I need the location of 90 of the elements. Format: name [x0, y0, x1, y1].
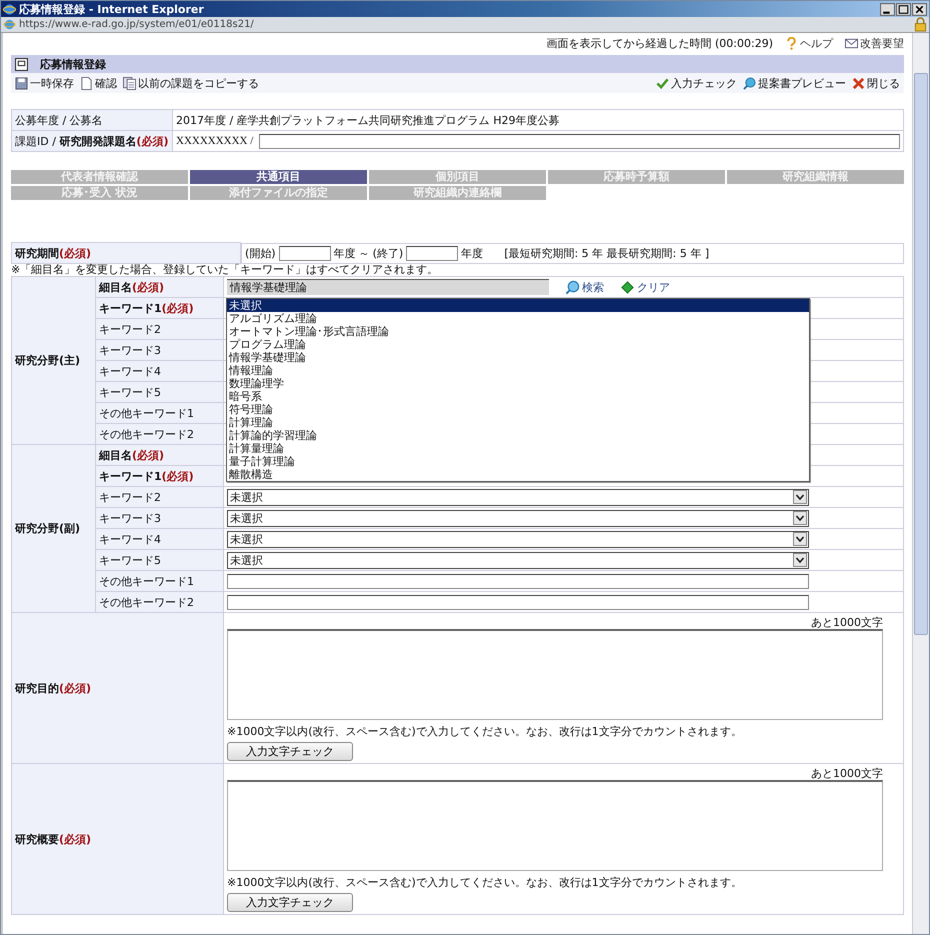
hint-text: ※1000文字以内(改行、スペース含む)で入力してください。なお、改行は1文字分でカウントされます。 [227, 724, 743, 739]
text-area[interactable] [227, 629, 883, 720]
field-label: 研究期間(必須) [12, 242, 240, 264]
field-label: キーワード2 [96, 486, 224, 508]
page-title: 応募情報登録 [40, 56, 106, 72]
field-label: 細目名(必須) [96, 276, 224, 298]
text-field[interactable] [227, 574, 809, 588]
field-label: 公募年度 / 公募名 [12, 110, 172, 130]
year-field[interactable] [406, 246, 458, 260]
search-icon [565, 280, 580, 294]
field-label: キーワード5 [96, 382, 224, 402]
field-label: 課題ID / 研究開発課題名(必須) [12, 130, 172, 152]
field-label: その他キーワード2 [96, 424, 224, 444]
check-button[interactable]: 入力文字チェック [227, 893, 353, 912]
text-area[interactable] [227, 780, 883, 871]
envelope-icon [845, 36, 858, 50]
magnifier-icon [743, 76, 756, 90]
url-text: https://www.e-rad.go.jp/system/e01/e0118s21/ [19, 19, 254, 30]
note-text: ※「細目名」を変更した場合、登録していた「キーワード」はすべてクリアされます。 [11, 264, 440, 276]
title-input-field[interactable] [259, 134, 900, 148]
unit-label: 年度 [461, 246, 484, 260]
year-field[interactable] [278, 246, 331, 260]
action-link[interactable]: クリア [620, 280, 670, 294]
field-label: その他キーワード1 [96, 402, 224, 424]
toolbar-button[interactable]: 入力チェック [656, 76, 737, 90]
field-label: キーワード3 [96, 508, 224, 528]
field-label: キーワード5 [96, 550, 224, 570]
group-label: 研究分野(主) [12, 276, 96, 444]
action-link[interactable]: 検索 [565, 280, 604, 294]
field-label: キーワード4 [96, 360, 224, 382]
range-separator: ～ [358, 246, 370, 260]
field-label: 研究概要(必須) [12, 764, 224, 914]
field-label: 研究目的(必須) [12, 612, 224, 764]
field-label: キーワード3 [96, 340, 224, 360]
dropdown-option[interactable]: アルゴリズム理論 [227, 312, 809, 325]
dropdown-option[interactable]: 計算量理論 [227, 442, 809, 455]
minimize-icon[interactable] [880, 2, 895, 16]
field-value: XXXXXXXXX / [176, 135, 254, 147]
toolbar-button[interactable]: 提案書プレビュー [743, 76, 846, 90]
toolbar-button[interactable]: 以前の課題をコピーする [123, 76, 259, 90]
field-value: 2017年度 / 産学共創プラットフォーム共同研究推進プログラム H29年度公募 [176, 114, 560, 126]
question-icon [785, 36, 798, 50]
keyword-select[interactable]: 未選択 [227, 530, 809, 548]
toolbar-button[interactable]: 一時保存 [15, 76, 74, 90]
tab[interactable]: 共通項目 [190, 170, 367, 184]
field-label: 細目名(必須) [96, 444, 224, 466]
unit-label: 年度 [334, 246, 356, 260]
form-icon [15, 58, 28, 70]
toolbar-button[interactable]: 確認 [80, 76, 117, 90]
dropdown-option[interactable]: 数理論理学 [227, 377, 809, 390]
hint-text: ※1000文字以内(改行、スペース含む)で入力してください。なお、改行は1文字分でカウントされます。 [227, 875, 743, 890]
field-label: キーワード1(必須) [96, 298, 224, 318]
dropdown-option[interactable]: 計算理論 [227, 416, 809, 429]
elapsed-time: 画面を表示してから経過した時間 (00:00:29) [546, 36, 773, 50]
field-label: キーワード1(必須) [96, 466, 224, 486]
document-icon [80, 76, 93, 90]
field-label: その他キーワード2 [96, 592, 224, 612]
start-label: (開始) [245, 246, 276, 260]
keyword-select[interactable]: 未選択 [227, 488, 809, 506]
field-label: キーワード4 [96, 528, 224, 550]
close-icon [852, 76, 865, 90]
header-link[interactable]: ヘルプ [785, 36, 833, 50]
readonly-field: 情報学基礎理論 [227, 279, 549, 295]
text-field[interactable] [227, 594, 809, 610]
lock-icon [914, 17, 927, 32]
field-label: キーワード2 [96, 318, 224, 340]
scrollbar[interactable] [912, 33, 929, 934]
page-icon [3, 18, 16, 31]
maximize-icon[interactable] [896, 2, 911, 16]
browser-icon [3, 2, 16, 16]
group-label: 研究分野(副) [12, 444, 96, 612]
copy-icon [123, 76, 136, 90]
remaining-count: あと1000文字 [811, 615, 883, 629]
checkmark-icon [656, 76, 669, 90]
check-button[interactable]: 入力文字チェック [227, 742, 353, 761]
end-label: (終了) [372, 246, 404, 260]
window-title: 応募情報登録 - Internet Explorer [19, 2, 204, 16]
remaining-count: あと1000文字 [811, 766, 883, 780]
field-label: その他キーワード1 [96, 570, 224, 592]
dropdown-option[interactable]: 量子計算理論 [227, 455, 809, 468]
close-icon[interactable] [912, 2, 927, 16]
toolbar-button[interactable]: 閉じる [852, 76, 900, 90]
dropdown-option[interactable]: 情報学基礎理論 [227, 351, 809, 364]
header-link[interactable]: 改善要望 [845, 36, 904, 50]
address-bar[interactable]: https://www.e-rad.go.jp/system/e01/e0118s21/ [1, 17, 929, 33]
period-range-text: [最短研究期間: 5 年 最長研究期間: 5 年 ] [504, 246, 710, 260]
keyword-select[interactable]: 未選択 [227, 510, 809, 526]
scroll-thumb[interactable] [914, 73, 928, 635]
dropdown-option[interactable]: 未選択 [227, 299, 809, 312]
keyword-select[interactable]: 未選択 [227, 552, 809, 568]
